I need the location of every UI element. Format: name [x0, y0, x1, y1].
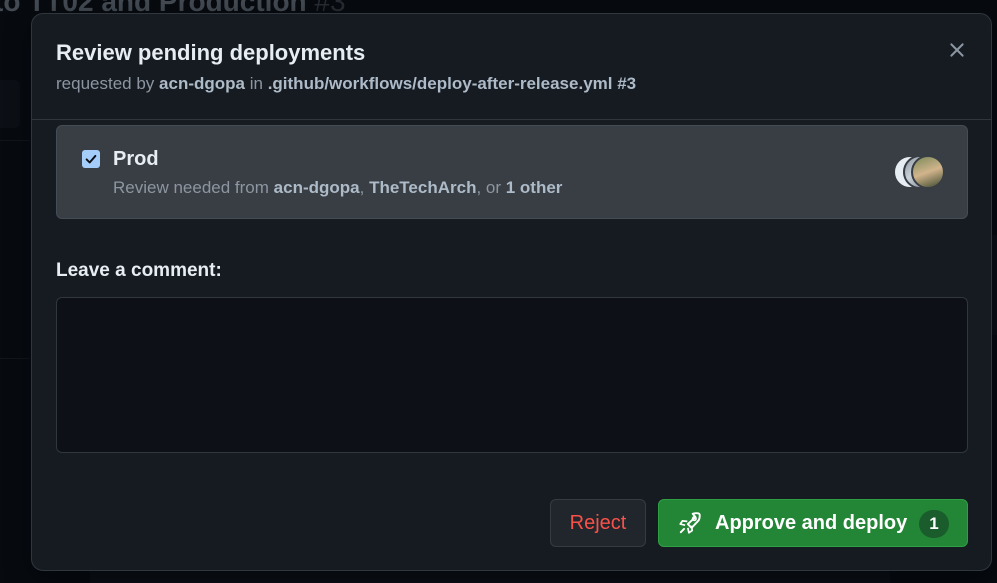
environment-card-prod[interactable]: Prod Review needed from acn-dgopa, TheTe… — [56, 125, 968, 219]
review-deployments-dialog: Review pending deployments requested by … — [31, 13, 992, 571]
close-icon — [950, 43, 964, 57]
dialog-title: Review pending deployments — [56, 40, 366, 65]
reject-button[interactable]: Reject — [550, 499, 646, 547]
workflow-link[interactable]: .github/workflows/deploy-after-release.y… — [268, 74, 636, 93]
environment-name: Prod — [113, 148, 159, 170]
reviewer-avatars — [893, 155, 945, 189]
dialog-subtitle: requested by acn-dgopa in .github/workfl… — [56, 74, 637, 93]
comment-label: Leave a comment: — [56, 260, 222, 281]
environment-reviewers: Review needed from acn-dgopa, TheTechArc… — [113, 178, 563, 197]
approve-and-deploy-button[interactable]: Approve and deploy 1 — [658, 499, 968, 547]
comment-textarea[interactable] — [56, 297, 968, 453]
reviewer-link[interactable]: TheTechArch — [369, 178, 476, 197]
checkmark-icon — [85, 154, 97, 164]
approve-label: Approve and deploy — [715, 511, 908, 534]
avatar — [911, 155, 945, 189]
rocket-icon — [679, 512, 701, 534]
reviewer-link[interactable]: acn-dgopa — [274, 178, 360, 197]
requester-link[interactable]: acn-dgopa — [159, 74, 245, 93]
environment-checkbox[interactable] — [82, 150, 100, 168]
approve-count-badge: 1 — [919, 510, 949, 538]
dialog-header: Review pending deployments requested by … — [32, 14, 991, 120]
close-button[interactable] — [943, 36, 971, 64]
other-reviewers: 1 other — [505, 178, 563, 197]
